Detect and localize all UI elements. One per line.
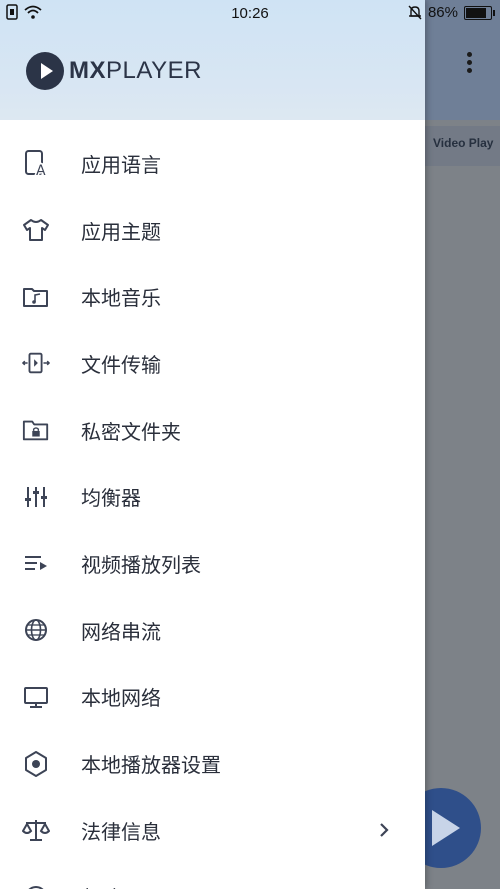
menu-label: 视频播放列表 [81, 552, 201, 577]
music-folder-icon [22, 283, 50, 311]
playlist-icon [22, 549, 50, 577]
navigation-drawer: MXPLAYER A 应用语言 应用主题 本地音乐 文件传输 私密文件夹 均衡器… [0, 0, 425, 889]
play-icon [432, 810, 460, 846]
menu-item-app-language[interactable]: A 应用语言 [0, 130, 425, 197]
menu-label: 私密文件夹 [81, 419, 181, 444]
battery-icon [464, 5, 495, 20]
shirt-icon [22, 216, 50, 244]
menu-label: 应用语言 [81, 152, 161, 177]
help-icon: ? [22, 883, 50, 889]
settings-hexagon-icon [22, 750, 50, 778]
background-tab-label: Video Play [433, 136, 494, 150]
bell-muted-icon [408, 5, 422, 20]
menu-item-video-playlist[interactable]: 视频播放列表 [0, 530, 425, 597]
file-transfer-icon [22, 349, 50, 377]
menu-item-local-network[interactable]: 本地网络 [0, 664, 425, 731]
menu-label: 文件传输 [81, 352, 161, 377]
menu-label: 帮助 [81, 882, 121, 889]
play-logo-icon [26, 52, 64, 90]
menu-label: 应用主题 [81, 219, 161, 244]
svg-text:A: A [36, 163, 46, 177]
lock-folder-icon [22, 416, 50, 444]
menu-label: 均衡器 [81, 486, 141, 511]
menu-item-local-player-settings[interactable]: 本地播放器设置 [0, 730, 425, 797]
menu-item-local-music[interactable]: 本地音乐 [0, 263, 425, 330]
mx-player-logo: MXPLAYER [26, 52, 202, 90]
app-language-icon: A [22, 149, 50, 177]
menu-label: 本地音乐 [81, 286, 161, 311]
menu-label: 法律信息 [81, 819, 161, 844]
chevron-right-icon [376, 822, 392, 838]
monitor-icon [22, 683, 50, 711]
menu-item-equalizer[interactable]: 均衡器 [0, 463, 425, 530]
menu-item-private-folder[interactable]: 私密文件夹 [0, 397, 425, 464]
menu-item-network-stream[interactable]: 网络串流 [0, 597, 425, 664]
scales-icon [22, 816, 50, 844]
menu-label: 本地网络 [81, 686, 161, 711]
menu-item-legal-info[interactable]: 法律信息 [0, 797, 425, 864]
menu-label: 本地播放器设置 [81, 753, 221, 778]
menu-item-file-transfer[interactable]: 文件传输 [0, 330, 425, 397]
menu-label: 网络串流 [81, 619, 161, 644]
equalizer-icon [22, 483, 50, 511]
menu-item-app-theme[interactable]: 应用主题 [0, 197, 425, 264]
more-options-icon[interactable] [462, 52, 476, 78]
battery-percent: 86% [427, 4, 458, 21]
menu-item-help[interactable]: ? 帮助 [0, 864, 425, 889]
globe-icon [22, 616, 50, 644]
drawer-menu: A 应用语言 应用主题 本地音乐 文件传输 私密文件夹 均衡器 视频播放列表 网… [0, 130, 425, 889]
logo-text: MXPLAYER [69, 57, 202, 84]
status-bar: 10:26 86% [0, 0, 500, 26]
